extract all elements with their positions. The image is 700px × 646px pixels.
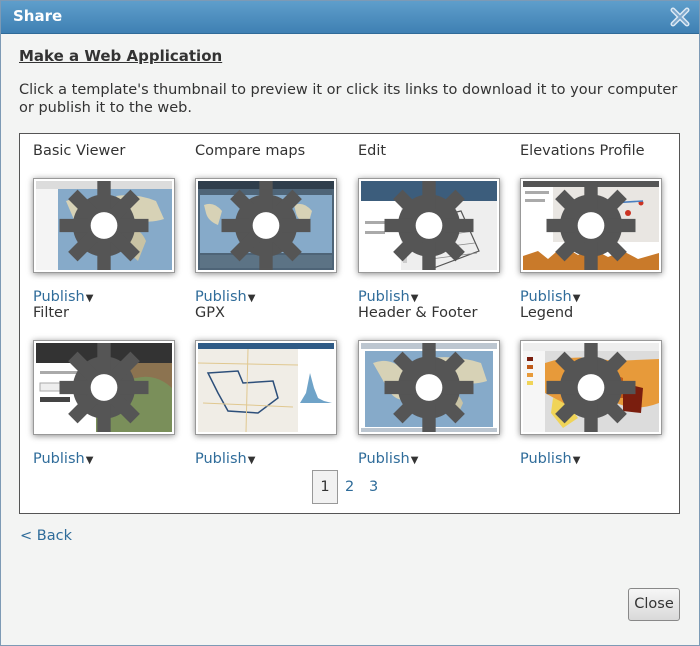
template-name: Basic Viewer xyxy=(33,143,126,159)
template-thumbnail[interactable] xyxy=(33,178,175,273)
publish-label: Publish xyxy=(520,289,572,305)
publish-link[interactable]: Publish▼ xyxy=(195,289,255,305)
template-thumbnail[interactable] xyxy=(195,178,337,273)
publish-link[interactable]: Publish▼ xyxy=(520,289,580,305)
chevron-down-icon: ▼ xyxy=(85,293,94,304)
publish-link[interactable]: Publish▼ xyxy=(33,451,93,467)
intro-text: Click a template's thumbnail to preview … xyxy=(19,82,678,116)
template-name: Elevations Profile xyxy=(520,143,645,159)
publish-label: Publish xyxy=(195,451,247,467)
close-icon[interactable] xyxy=(669,6,691,28)
chevron-down-icon: ▼ xyxy=(572,455,581,466)
template-name: GPX xyxy=(195,305,225,321)
publish-link[interactable]: Publish▼ xyxy=(520,451,580,467)
gear-icon xyxy=(546,181,636,270)
page-2-link[interactable]: 2 xyxy=(345,479,354,495)
publish-label: Publish xyxy=(33,289,85,305)
template-name: Filter xyxy=(33,305,69,321)
publish-link[interactable]: Publish▼ xyxy=(33,289,93,305)
templates-panel: Basic Viewer Publish▼ Compare maps Publi… xyxy=(19,133,680,514)
gear-icon xyxy=(59,343,149,432)
title-bar: Share xyxy=(1,1,699,34)
gear-icon xyxy=(384,343,474,432)
publish-label: Publish xyxy=(195,289,247,305)
template-thumbnail[interactable] xyxy=(520,340,662,435)
back-link[interactable]: < Back xyxy=(20,528,72,544)
publish-link[interactable]: Publish▼ xyxy=(358,451,418,467)
gear-icon xyxy=(546,343,636,432)
gear-icon xyxy=(384,181,474,270)
dialog-title: Share xyxy=(13,7,63,25)
template-name: Edit xyxy=(358,143,387,159)
template-thumbnail[interactable] xyxy=(520,178,662,273)
gear-icon xyxy=(59,181,149,270)
template-thumbnail[interactable] xyxy=(358,340,500,435)
chevron-down-icon: ▼ xyxy=(247,293,256,304)
chevron-down-icon: ▼ xyxy=(572,293,581,304)
page-3-link[interactable]: 3 xyxy=(369,479,378,495)
template-name: Legend xyxy=(520,305,574,321)
chevron-down-icon: ▼ xyxy=(410,455,419,466)
template-thumbnail[interactable] xyxy=(195,340,337,435)
template-name: Compare maps xyxy=(195,143,306,159)
template-thumbnail[interactable] xyxy=(33,340,175,435)
close-button[interactable]: Close xyxy=(628,588,680,621)
thumbnail-image xyxy=(198,343,334,432)
publish-link[interactable]: Publish▼ xyxy=(195,451,255,467)
publish-label: Publish xyxy=(520,451,572,467)
chevron-down-icon: ▼ xyxy=(85,455,94,466)
section-heading: Make a Web Application xyxy=(19,47,223,65)
chevron-down-icon: ▼ xyxy=(410,293,419,304)
publish-link[interactable]: Publish▼ xyxy=(358,289,418,305)
publish-label: Publish xyxy=(358,451,410,467)
chevron-down-icon: ▼ xyxy=(247,455,256,466)
template-thumbnail[interactable] xyxy=(358,178,500,273)
publish-label: Publish xyxy=(33,451,85,467)
publish-label: Publish xyxy=(358,289,410,305)
gear-icon xyxy=(221,181,311,270)
page-1-current[interactable]: 1 xyxy=(312,470,338,504)
template-name: Header & Footer xyxy=(358,305,478,321)
share-dialog: Share Make a Web Application Click a tem… xyxy=(0,0,700,646)
